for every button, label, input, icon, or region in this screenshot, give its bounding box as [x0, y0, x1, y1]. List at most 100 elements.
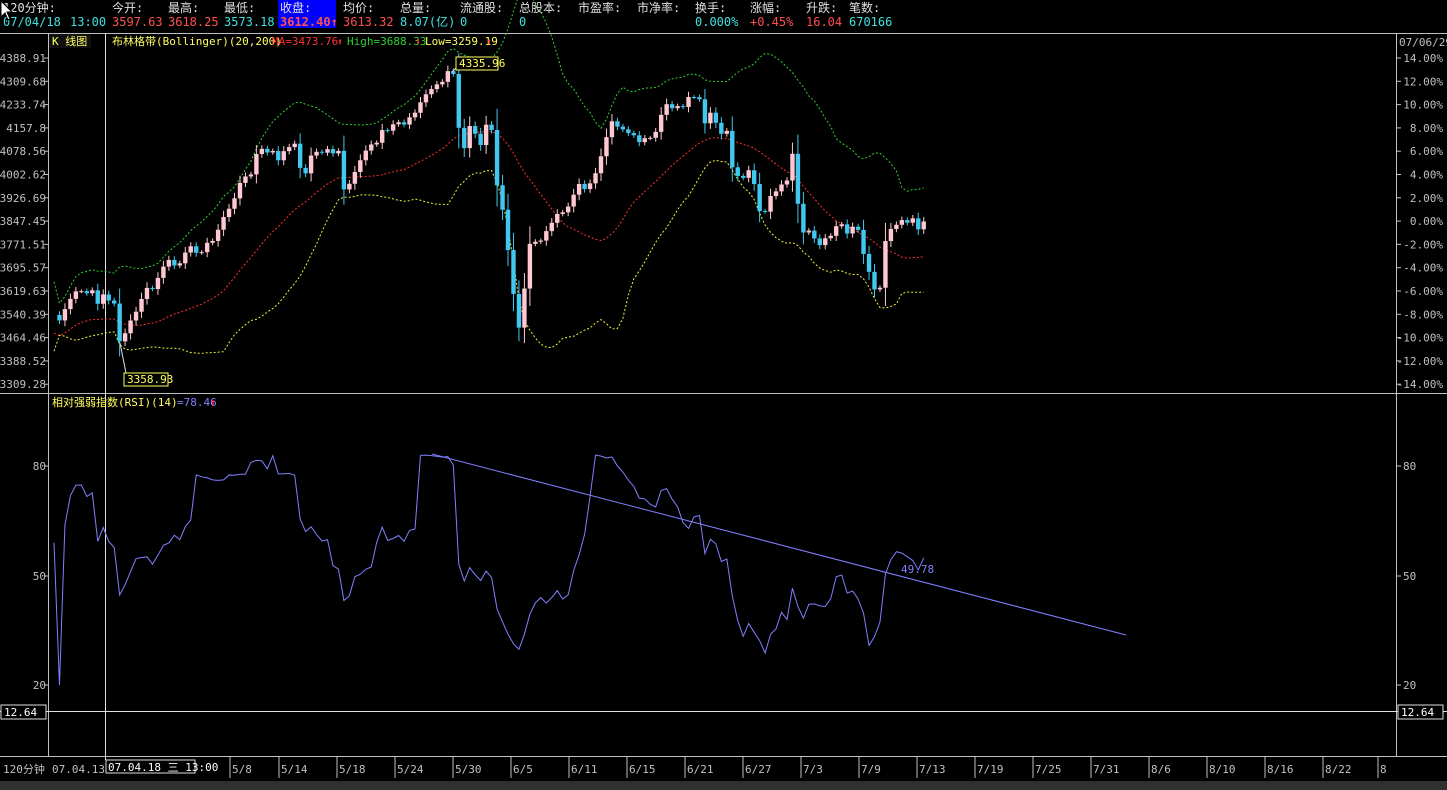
- date-tick: 6/21: [687, 763, 714, 776]
- price-tick: 4157.8: [6, 122, 46, 135]
- candle-up: [62, 309, 68, 321]
- bollinger-ma: MA=3473.76: [272, 35, 338, 48]
- candle-up: [823, 238, 828, 246]
- candle-down: [817, 238, 822, 246]
- candle-down: [489, 124, 494, 130]
- candle-down: [516, 293, 522, 328]
- price-axis-left: 4388.91 4309.68 4233.74 4157.8 4078.56 4002.6…: [0, 52, 48, 391]
- candle-up: [287, 147, 292, 152]
- crosshair-cursor[interactable]: [0, 33, 1447, 760]
- header-value-8: 0: [460, 15, 467, 29]
- header-label-11: 换手:: [695, 1, 726, 15]
- candle-up: [708, 112, 713, 124]
- header-label-8: 总股本:: [519, 1, 562, 15]
- candle-up: [839, 224, 844, 227]
- candle-up: [784, 180, 790, 185]
- candle-down: [385, 130, 390, 132]
- pct-tick: 6.00%: [1410, 145, 1443, 158]
- candle-down: [861, 229, 866, 254]
- header-label-9: 市盈率:: [578, 0, 621, 15]
- horizontal-scrollbar[interactable]: [0, 781, 1447, 790]
- candle-up: [161, 266, 166, 278]
- candle-down: [855, 226, 861, 230]
- candle-up: [237, 182, 243, 199]
- candle-up: [850, 226, 855, 234]
- header-label-6: 总量:: [400, 1, 431, 15]
- candle-up: [587, 183, 593, 190]
- candle-down: [757, 184, 762, 212]
- date-tick: 7/31: [1093, 763, 1120, 776]
- candle-down: [669, 104, 675, 109]
- svg-text:12.64: 12.64: [4, 706, 37, 719]
- header-label-12: 涨幅:: [750, 0, 781, 15]
- rsi-tick-right: 80: [1403, 460, 1416, 473]
- candle-up: [374, 142, 379, 145]
- candle-up: [199, 252, 204, 254]
- candle-up: [533, 241, 538, 244]
- candle-up: [434, 84, 440, 90]
- candle-down: [872, 271, 877, 290]
- candle-up: [155, 277, 161, 290]
- candle-up: [522, 288, 527, 328]
- price-tick: 4233.74: [0, 99, 46, 112]
- stock-chart-canvas[interactable]: 120分钟: 今开: 最高: 最低: 收盘: 均价: 总量: 流通股: 总股本: 市盈率: 市净率:…: [0, 0, 1447, 790]
- candle-down: [117, 303, 122, 342]
- candle-up: [73, 291, 79, 299]
- candle-down: [276, 150, 281, 161]
- candle-down: [511, 250, 516, 294]
- price-tick: 3926.69: [0, 192, 46, 205]
- candle-down: [505, 209, 511, 251]
- candle-up: [653, 131, 658, 138]
- candle-up: [883, 241, 888, 288]
- svg-text:12.64: 12.64: [1401, 706, 1434, 719]
- header-value-3: 3618.25: [168, 15, 219, 29]
- pct-tick: 2.00%: [1410, 192, 1443, 205]
- header-label-14: 笔数:: [849, 0, 880, 15]
- date-tick: 8/16: [1267, 763, 1294, 776]
- header-value-1: 13:00: [70, 15, 106, 29]
- candle-up: [527, 243, 533, 289]
- header-label-4: 收盘:: [280, 0, 311, 15]
- candle-up: [336, 150, 341, 154]
- candle-down: [84, 291, 90, 294]
- candle-down: [620, 126, 626, 130]
- rsi-trendline[interactable]: [431, 453, 1127, 636]
- candle-up: [724, 130, 730, 134]
- candle-down: [713, 112, 719, 123]
- date-tick: 5/30: [455, 763, 482, 776]
- cursor-value-right: 12.64: [1397, 704, 1444, 720]
- candle-up: [183, 252, 188, 264]
- candle-up: [686, 97, 691, 107]
- candle-up: [259, 148, 265, 154]
- candle-up: [139, 298, 144, 312]
- header-label-3: 最低:: [224, 1, 255, 15]
- kline-title: K 线图: [52, 34, 87, 48]
- cursor-value-left: 12.64: [0, 704, 47, 720]
- candle-down: [626, 129, 631, 134]
- price-tick: 3388.52: [0, 355, 46, 368]
- date-tick: 8/6: [1151, 763, 1171, 776]
- mouse-pointer-icon: [0, 0, 14, 21]
- max-price-marker: 4335.96: [451, 56, 505, 73]
- candle-up: [380, 130, 385, 143]
- candle-down: [582, 183, 587, 190]
- header-value-2: 3597.63: [112, 15, 163, 29]
- price-tick: 3309.28: [0, 378, 46, 391]
- trendline-value: 49.78: [901, 563, 934, 576]
- header-value-15: 670166: [849, 15, 892, 29]
- candle-up: [565, 206, 571, 213]
- candle-down: [57, 314, 62, 321]
- candle-up: [215, 229, 221, 241]
- candle-up: [390, 124, 396, 131]
- price-tick: 4002.62: [0, 169, 46, 182]
- candle-down: [680, 106, 686, 108]
- candle-down: [735, 167, 740, 176]
- candle-down: [106, 294, 111, 301]
- price-tick: 4078.56: [0, 145, 46, 158]
- candle-down: [697, 97, 702, 100]
- candle-up: [418, 102, 423, 113]
- date-tick: 8/10: [1209, 763, 1236, 776]
- header-label-13: 升跌:: [806, 0, 837, 15]
- rsi-axis: 80 8050 5020 20: [33, 460, 1417, 692]
- pct-tick: -10.00%: [1397, 332, 1444, 345]
